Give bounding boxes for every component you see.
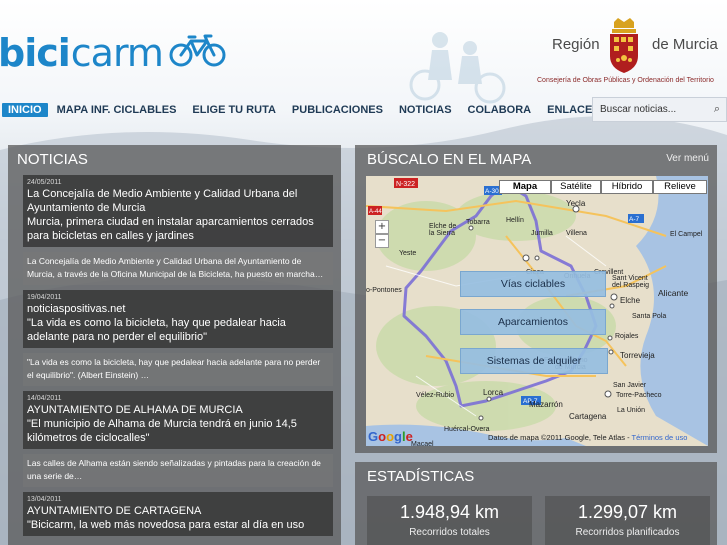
svg-text:Villena: Villena [566, 230, 587, 237]
svg-text:Mazarrón: Mazarrón [529, 400, 563, 409]
svg-text:Alicante: Alicante [658, 288, 689, 298]
nav-item-colabora[interactable]: COLABORA [460, 103, 540, 117]
stat-label: Recorridos planificados [575, 527, 680, 538]
svg-text:A-44: A-44 [369, 209, 382, 215]
svg-text:Torre-Pacheco: Torre-Pacheco [616, 392, 662, 399]
news-item[interactable]: 14/04/2011 AYUNTAMIENTO DE ALHAMA DE MUR… [23, 391, 333, 449]
news-item[interactable]: 13/04/2011 AYUNTAMIENTO DE CARTAGENA "Bi… [23, 492, 333, 536]
svg-text:Tobarra: Tobarra [466, 219, 490, 226]
svg-text:Cartagena: Cartagena [569, 412, 607, 421]
svg-text:N-322: N-322 [396, 181, 415, 188]
svg-text:Santa Pola: Santa Pola [632, 313, 666, 320]
map-type-mapa[interactable]: Mapa [499, 180, 551, 194]
svg-text:del Raspeig: del Raspeig [612, 282, 649, 289]
nav-item-inicio[interactable]: INICIO [2, 103, 48, 117]
map-copyright: Datos de mapa ©2011 Google, Tele Atlas -… [488, 433, 687, 442]
news-date: 13/04/2011 [27, 496, 62, 503]
map-type-relieve[interactable]: Relieve [653, 180, 707, 194]
svg-text:San Javier: San Javier [613, 382, 647, 389]
stat-total-routes: 1.948,94 km Recorridos totales [367, 496, 532, 545]
region-text: Región [552, 36, 600, 53]
stat-value: 1.948,94 km [399, 502, 500, 522]
svg-text:El Campel: El Campel [670, 231, 703, 238]
logo-bici-text: bici [0, 31, 71, 75]
svg-text:Yecla: Yecla [566, 199, 586, 208]
news-item[interactable]: 19/04/2011 noticiaspositivas.net "La vid… [23, 290, 333, 348]
news-panel: NOTICIAS 24/05/2011 La Concejalía de Med… [8, 145, 341, 545]
main-nav: INICIO MAPA INF. CICLABLES ELIGE TU RUTA… [0, 96, 727, 124]
svg-text:la Sierra: la Sierra [429, 230, 455, 237]
consejeria-text: Consejería de Obras Públicas y Ordenació… [537, 77, 714, 84]
news-headline: "La vida es como la bicicleta, hay que p… [27, 317, 286, 343]
coat-of-arms-icon [604, 18, 644, 78]
de-murcia-text: de Murcia [652, 36, 718, 53]
stats-panel: ESTADÍSTICAS 1.948,94 km Recorridos tota… [355, 462, 717, 545]
ver-menu-link[interactable]: Ver menú [666, 153, 709, 164]
news-headline: "Bicicarm, la web más novedosa para esta… [27, 519, 305, 531]
news-title[interactable]: AYUNTAMIENTO DE CARTAGENA [27, 504, 329, 518]
map-panel-title: BÚSCALO EN EL MAPA [367, 151, 532, 168]
svg-text:Rojales: Rojales [615, 333, 639, 340]
news-summary: La Concejalía de Medio Ambiente y Calida… [27, 256, 324, 279]
nav-item-mapa-inf-ciclables[interactable]: MAPA INF. CICLABLES [49, 103, 185, 117]
news-summary-box: La Concejalía de Medio Ambiente y Calida… [23, 252, 333, 285]
zoom-out-button[interactable]: − [375, 234, 389, 248]
svg-text:A-30: A-30 [485, 188, 499, 195]
map-type-satelite[interactable]: Satélite [551, 180, 601, 194]
svg-text:Jumilla: Jumilla [531, 230, 553, 237]
stat-value: 1.299,07 km [577, 502, 678, 522]
news-summary: Las calles de Alhama están siendo señali… [27, 458, 321, 481]
stats-panel-title: ESTADÍSTICAS [367, 468, 475, 485]
nav-item-publicaciones[interactable]: PUBLICACIONES [284, 103, 391, 117]
map-copyright-text: Datos de mapa ©2011 Google, Tele Atlas - [488, 433, 632, 442]
news-title[interactable]: La Concejalía de Medio Ambiente y Calida… [27, 187, 329, 215]
logo-carm-text: carm [70, 31, 164, 75]
nav-item-elige-tu-ruta[interactable]: ELIGE TU RUTA [184, 103, 284, 117]
svg-text:o-Pontones: o-Pontones [366, 287, 402, 294]
map-type-hibrido[interactable]: Híbrido [601, 180, 653, 194]
news-date: 14/04/2011 [27, 395, 62, 402]
news-date: 19/04/2011 [27, 294, 62, 301]
map-footer: Google Datos de mapa ©2011 Google, Tele … [366, 428, 708, 446]
svg-text:Torrevieja: Torrevieja [620, 351, 655, 360]
news-summary: "La vida es como la bicicleta, hay que p… [27, 357, 321, 380]
terms-of-use-link[interactable]: Términos de uso [632, 433, 688, 442]
site-logo[interactable]: bici carm [0, 28, 227, 78]
svg-text:Elche de: Elche de [429, 223, 456, 230]
map-zoom-control: + − [375, 220, 389, 248]
news-headline: Murcia, primera ciudad en instalar aparc… [27, 216, 314, 242]
news-title[interactable]: AYUNTAMIENTO DE ALHAMA DE MURCIA [27, 403, 329, 417]
google-map[interactable]: N-322 A-30 A-7 AP-7 A-44 Sant Vicent del… [366, 176, 708, 446]
svg-text:Vélez-Rubio: Vélez-Rubio [416, 392, 454, 399]
news-headline: "El municipio de Alhama de Murcia tendrá… [27, 418, 297, 444]
region-murcia-logo[interactable]: Región de Murcia Consejería de Obras Púb… [537, 18, 727, 98]
vias-ciclables-button[interactable]: Vías ciclables [460, 271, 606, 297]
zoom-in-button[interactable]: + [375, 220, 389, 234]
sistemas-alquiler-button[interactable]: Sistemas de alquiler [460, 348, 608, 374]
svg-text:Lorca: Lorca [483, 388, 504, 397]
aparcamientos-button[interactable]: Aparcamientos [460, 309, 606, 335]
svg-text:Hellín: Hellín [506, 217, 524, 224]
search-box: ⌕ [592, 97, 727, 122]
svg-text:Elche: Elche [620, 296, 641, 305]
svg-text:Sant Vicent: Sant Vicent [612, 275, 648, 282]
search-input[interactable] [593, 104, 703, 115]
svg-text:Yeste: Yeste [399, 250, 416, 257]
news-item[interactable]: 24/05/2011 La Concejalía de Medio Ambien… [23, 175, 333, 247]
news-summary-box: Las calles de Alhama están siendo señali… [23, 454, 333, 487]
map-type-selector: Mapa Satélite Híbrido Relieve [499, 180, 707, 194]
news-summary-box: "La vida es como la bicicleta, hay que p… [23, 353, 333, 386]
svg-text:La Unión: La Unión [617, 407, 645, 414]
nav-item-noticias[interactable]: NOTICIAS [391, 103, 460, 117]
search-icon[interactable]: ⌕ [714, 102, 720, 116]
bicycle-icon [169, 33, 227, 73]
stat-planned-routes: 1.299,07 km Recorridos planificados [545, 496, 710, 545]
svg-text:A-7: A-7 [629, 216, 640, 223]
stat-label: Recorridos totales [409, 527, 490, 538]
news-date: 24/05/2011 [27, 179, 62, 186]
news-title[interactable]: noticiaspositivas.net [27, 302, 329, 316]
google-logo[interactable]: Google [368, 429, 413, 444]
map-panel: BÚSCALO EN EL MAPA Ver menú N-322 A-30 A… [355, 145, 717, 453]
news-panel-title: NOTICIAS [17, 151, 88, 168]
